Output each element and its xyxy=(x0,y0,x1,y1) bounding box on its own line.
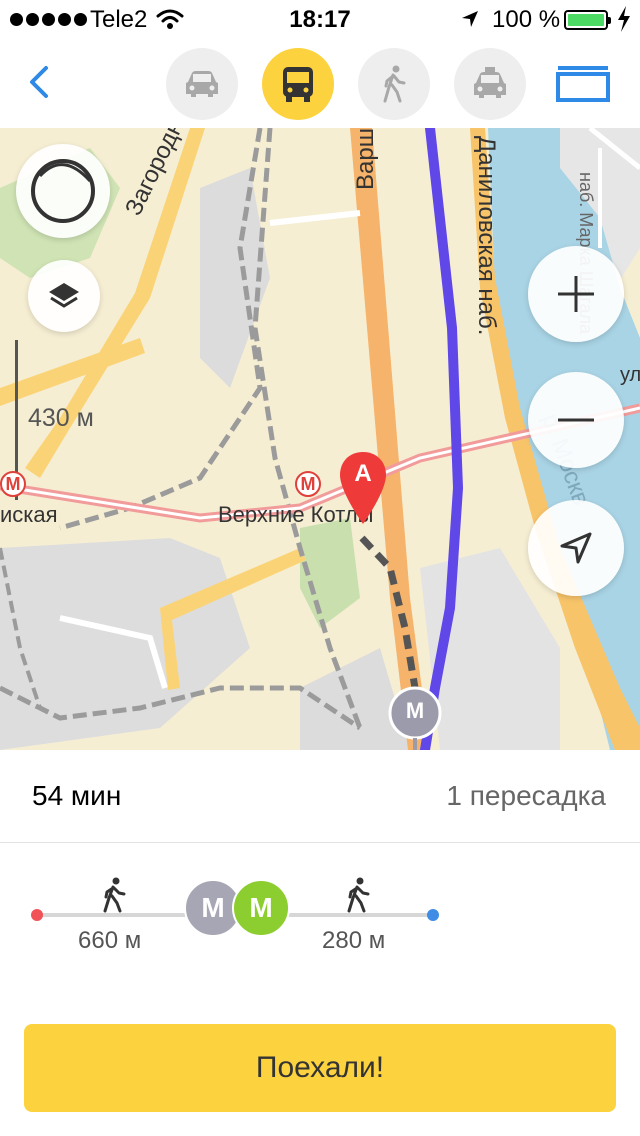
route-list-button[interactable] xyxy=(556,64,610,104)
car-icon xyxy=(186,71,218,97)
pedestrian-icon xyxy=(383,65,406,103)
metro-line-2-badge: M xyxy=(232,879,290,937)
navigation-arrow-icon xyxy=(560,532,592,564)
metro-station-icon: M xyxy=(0,471,26,497)
metro-station-icon: M xyxy=(295,471,321,497)
map-scale-label: 430 м xyxy=(28,404,94,432)
back-button[interactable] xyxy=(20,62,60,102)
battery-icon xyxy=(564,10,611,30)
minus-icon xyxy=(558,418,594,422)
street-label: Варш xyxy=(352,128,379,190)
plus-icon xyxy=(558,276,594,312)
route-summary[interactable]: 54 мин 1 пересадка xyxy=(0,750,640,843)
street-label: Даниловская наб. xyxy=(473,136,500,336)
mode-transit-button[interactable] xyxy=(262,48,334,120)
metro-pin-letter: M xyxy=(405,698,425,723)
mode-walk-button[interactable] xyxy=(358,48,430,120)
zoom-in-button[interactable] xyxy=(528,246,624,342)
taxi-icon xyxy=(474,67,506,98)
compass-ring-icon xyxy=(31,159,95,223)
list-view-icon xyxy=(556,66,610,102)
go-button[interactable]: Поехали! xyxy=(24,1024,616,1112)
layers-icon xyxy=(49,283,79,308)
route-transfers: 1 пересадка xyxy=(446,780,606,811)
metro-station-label: иская xyxy=(0,502,58,527)
chevron-left-icon xyxy=(30,66,48,98)
layers-button[interactable] xyxy=(28,260,100,332)
start-marker-letter: A xyxy=(354,460,372,487)
route-start-dot xyxy=(31,909,43,921)
mode-taxi-button[interactable] xyxy=(454,48,526,120)
start-point-marker[interactable]: A xyxy=(338,450,388,526)
location-arrow-icon xyxy=(462,11,478,27)
route-end-dot xyxy=(427,909,439,921)
my-location-button[interactable] xyxy=(528,500,624,596)
street-label: ул xyxy=(620,364,640,386)
zoom-out-button[interactable] xyxy=(528,372,624,468)
walk-distance-end: 280 м xyxy=(322,927,386,954)
battery-percent: 100 % xyxy=(492,6,561,33)
walk-distance-start: 660 м xyxy=(78,927,142,954)
route-duration: 54 мин xyxy=(32,780,122,811)
top-navigation xyxy=(0,40,640,128)
walk-segment-icon xyxy=(347,877,370,913)
charging-bolt-icon xyxy=(618,6,630,32)
compass-button[interactable] xyxy=(16,144,110,238)
walk-segment-icon xyxy=(103,877,126,913)
metro-entrance-marker[interactable]: M xyxy=(388,686,442,750)
mode-car-button[interactable] xyxy=(166,48,238,120)
status-bar: Tele2 18:17 100 % xyxy=(0,0,640,40)
bus-icon xyxy=(283,67,313,102)
route-segments: 660 м M M 280 м xyxy=(0,843,640,1013)
route-map[interactable]: 430 м Загородно Варш Даниловская наб. на… xyxy=(0,128,640,750)
